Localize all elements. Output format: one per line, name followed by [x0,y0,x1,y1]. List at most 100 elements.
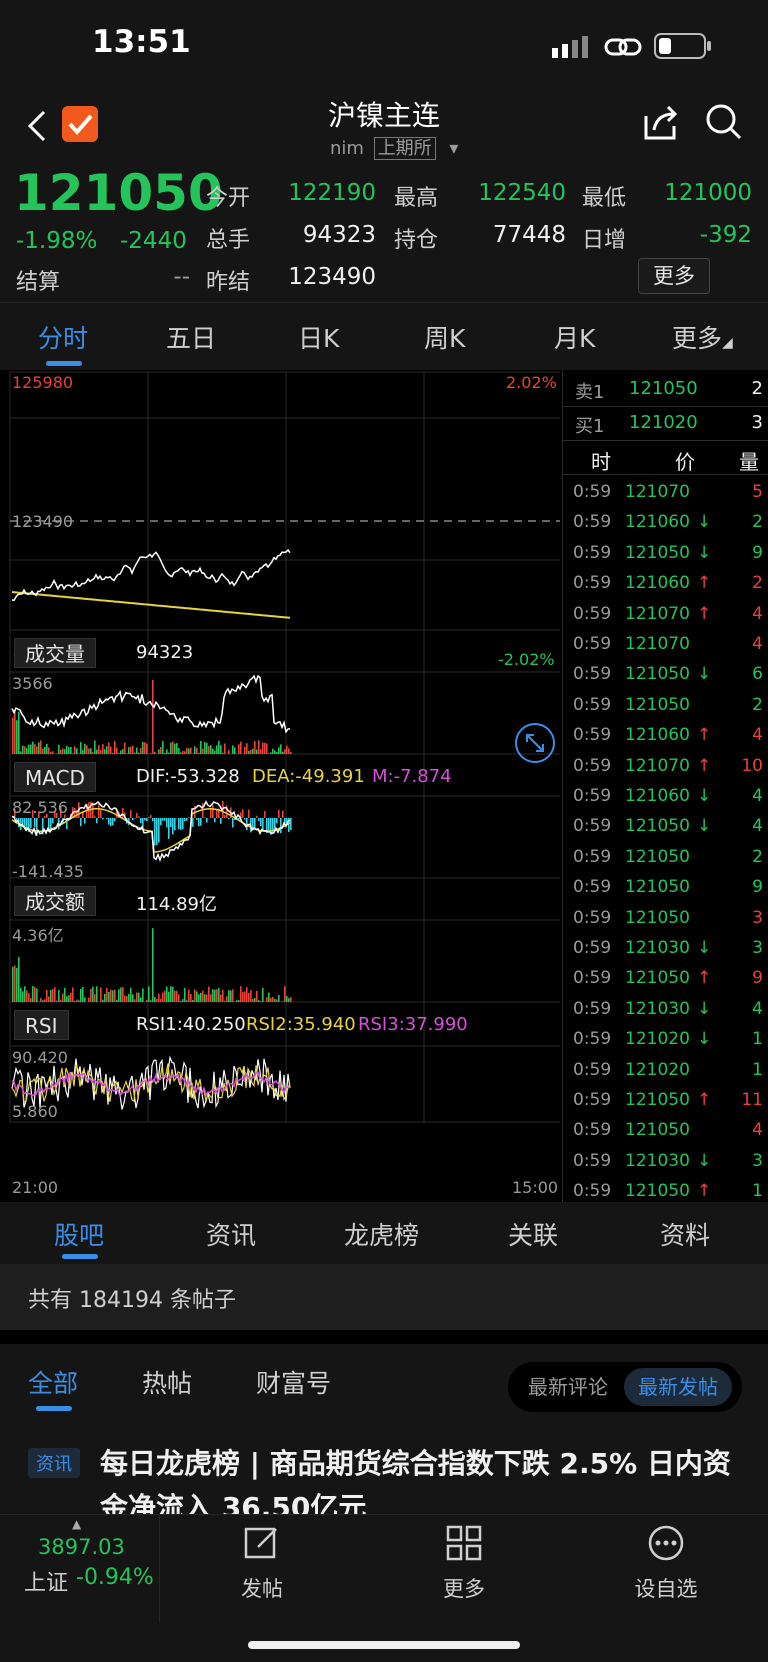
tab-five-day[interactable]: 五日 [166,319,216,355]
volume-bar [266,743,268,754]
rsi-panel-label[interactable]: RSI [14,1010,69,1040]
tab-forum[interactable]: 股吧 [54,1216,104,1252]
turnover-bar [182,999,184,1002]
turnover-bar [72,987,74,1002]
volume-bar [102,744,104,754]
home-indicator[interactable] [248,1641,520,1649]
tape-price: 121020 [625,1059,690,1080]
turnover-bar [272,996,274,1002]
tape-price: 121060 [625,725,690,746]
volume-bar [158,749,160,754]
turnover-bar [126,996,128,1002]
tab-fortune-account[interactable]: 财富号 [256,1364,331,1400]
macd-bar [198,818,200,827]
tape-qty: 4 [752,603,763,624]
volume-bar [48,747,50,754]
macd-bar [258,818,260,822]
volume-bar [224,743,226,754]
macd-bar [174,818,176,831]
tape-time: 0:59 [573,786,612,806]
macd-bar [160,818,162,826]
volume-bar [218,740,220,754]
tab-all-posts[interactable]: 全部 [28,1364,78,1400]
macd-bar [168,818,170,839]
volume-bar [190,747,192,754]
tape-header: 时 价 量 [573,442,763,474]
volume-panel-label[interactable]: 成交量 [14,638,96,668]
turnover-bar [218,987,220,1002]
macd-bar [268,818,270,832]
turnover-bar [116,999,118,1002]
divider [563,440,768,441]
turnover-bar [106,987,108,1002]
turnover-bar [184,987,186,1002]
intraday-chart[interactable]: 125980 2.02% 123490 121000 -2.02% 成交量 94… [0,370,562,1202]
tape-price: 121060 [625,573,690,594]
tab-intraday[interactable]: 分时 [38,319,88,355]
tape-row: 0:59 121060 ↓ 4 [573,782,763,812]
bid-label: 买1 [575,416,605,437]
volume-bar [76,748,78,754]
macd-bar [108,818,110,825]
turnover-bar [118,989,120,1002]
share-button[interactable] [640,102,680,148]
tab-hot-posts[interactable]: 热帖 [142,1364,192,1400]
macd-panel-label[interactable]: MACD [14,762,96,792]
low-value: 121000 [664,180,752,206]
news-item[interactable]: 资讯 每日龙虎榜 | 商品期货综合指数下跌 2.5% 日内资金净流入 36.50… [0,1430,768,1514]
time-axis-start: 21:00 [12,1178,59,1197]
turnover-bar [76,999,78,1002]
turnover-bar [88,997,90,1002]
contract-code-selector[interactable]: nim 上期所 ▾ [330,134,458,160]
sort-latest-post[interactable]: 最新发帖 [624,1368,732,1406]
post-button[interactable]: 发帖 [202,1525,322,1603]
tab-news[interactable]: 资讯 [206,1216,256,1252]
volume-bar [140,747,142,754]
arrow-down-icon: ↓ [697,998,712,1019]
ask-label: 卖1 [575,382,605,403]
sort-latest-comment[interactable]: 最新评论 [514,1368,622,1406]
add-watchlist-button[interactable]: 设自选 [606,1525,726,1603]
bottom-toolbar: ▲ 3897.03 上证 -0.94% 发帖 更多 设自选 [0,1514,768,1662]
tape-time: 0:59 [573,694,612,715]
index-ticker[interactable]: ▲ 3897.03 上证 -0.94% [0,1515,160,1623]
volume-bar [252,748,254,754]
volume-bar [240,741,242,754]
tab-more[interactable]: 更多◢ [672,319,733,355]
more-button[interactable]: 更多 [404,1525,524,1603]
tab-daily-k[interactable]: 日K [298,319,339,355]
turnover-bar [186,1000,188,1002]
tab-ranking[interactable]: 龙虎榜 [344,1216,419,1252]
tab-monthly-k[interactable]: 月K [554,319,595,355]
tape-time: 0:59 [573,907,612,928]
arrow-up-icon: ↑ [697,755,712,776]
turnover-bar [192,999,194,1002]
tab-weekly-k[interactable]: 周K [424,319,465,355]
fullscreen-button[interactable] [514,722,556,768]
turnover-bar [58,990,60,1002]
tape-price: 121050 [625,542,690,563]
volume-value: 94323 [302,222,376,248]
turnover-bar [240,986,242,1002]
tab-related[interactable]: 关联 [508,1216,558,1252]
tape-time: 0:59 [573,998,612,1019]
search-button[interactable] [704,102,744,148]
tape-row: 0:59 121060 ↓ 2 [573,508,763,538]
arrow-down-icon: ↓ [697,542,712,563]
tab-profile[interactable]: 资料 [660,1216,710,1252]
turnover-bar [96,986,98,1002]
tape-qty: 4 [752,998,763,1019]
macd-bar [184,818,186,822]
turnover-bar [190,994,192,1002]
turnover-bar [250,990,252,1002]
turnover-bar [290,997,292,1002]
volume-bar [180,752,182,754]
macd-bar [224,815,226,818]
grid-icon [446,1525,482,1561]
turnover-panel-label[interactable]: 成交额 [14,886,96,916]
more-quote-button[interactable]: 更多 [638,258,710,294]
volume-bar [264,742,266,754]
rsi-axis-bottom: 5.860 [12,1102,58,1121]
turnover-bar [68,995,70,1002]
tape-time: 0:59 [573,482,612,502]
